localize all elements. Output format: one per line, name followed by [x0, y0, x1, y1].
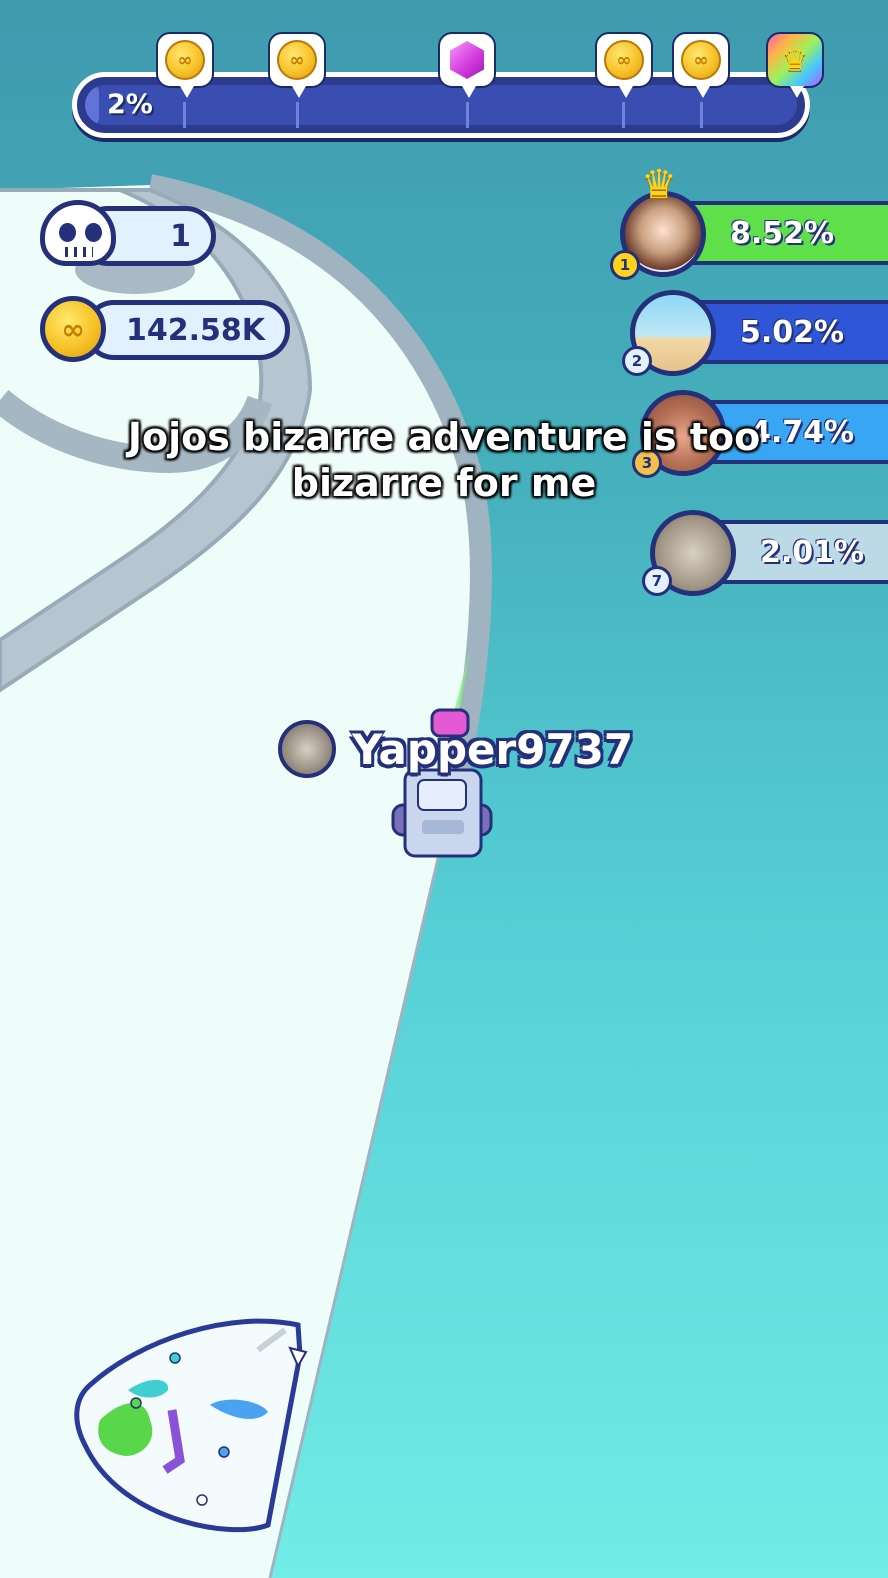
coin-icon: ∞: [40, 296, 106, 362]
leaderboard-entry-2: 5.02%: [700, 300, 888, 364]
progress-percent: 2%: [107, 89, 153, 120]
leaderboard-rank-badge: 2: [622, 346, 652, 376]
coin-icon: ∞: [165, 40, 205, 80]
milestone-tick: [183, 102, 186, 128]
leaderboard-entry-7: 2.01%: [720, 520, 888, 584]
milestone-tick: [466, 102, 469, 128]
coins-counter: 142.58K: [84, 300, 290, 360]
leaderboard-rank-badge: 1: [610, 250, 640, 280]
gem-icon: [450, 41, 484, 79]
coin-icon: ∞: [604, 40, 644, 80]
coins-value: 142.58K: [125, 312, 265, 348]
milestone-crown: ♛: [766, 32, 824, 98]
milestone-tick: [296, 102, 299, 128]
leaderboard-percent: 8.52%: [730, 215, 835, 251]
skull-icon: [40, 200, 116, 266]
milestone-coin-3: ∞: [595, 32, 653, 98]
milestone-coin-2: ∞: [268, 32, 326, 98]
milestone-gem: [438, 32, 496, 98]
crown-icon: ♛: [641, 162, 677, 208]
kills-value: 1: [170, 218, 191, 254]
crown-icon: ♛: [781, 42, 809, 78]
coin-icon: ∞: [681, 40, 721, 80]
milestone-coin-1: ∞: [156, 32, 214, 98]
leaderboard-rank-badge: 7: [642, 566, 672, 596]
progress-fill: [85, 85, 100, 125]
leaderboard-entry-1: 8.52%: [690, 201, 888, 265]
milestone-coin-4: ∞: [672, 32, 730, 98]
leaderboard-percent: 2.01%: [760, 534, 865, 570]
caption-line-1: Jojos bizarre adventure is too: [127, 415, 761, 459]
player-name: Yapper9737: [352, 725, 634, 774]
player-avatar: [278, 720, 336, 778]
coin-icon: ∞: [277, 40, 317, 80]
caption-line-2: bizarre for me: [291, 461, 597, 505]
video-caption: Jojos bizarre adventure is too bizarre f…: [0, 414, 888, 506]
leaderboard-percent: 5.02%: [740, 314, 845, 350]
milestone-tick: [700, 102, 703, 128]
milestone-tick: [622, 102, 625, 128]
